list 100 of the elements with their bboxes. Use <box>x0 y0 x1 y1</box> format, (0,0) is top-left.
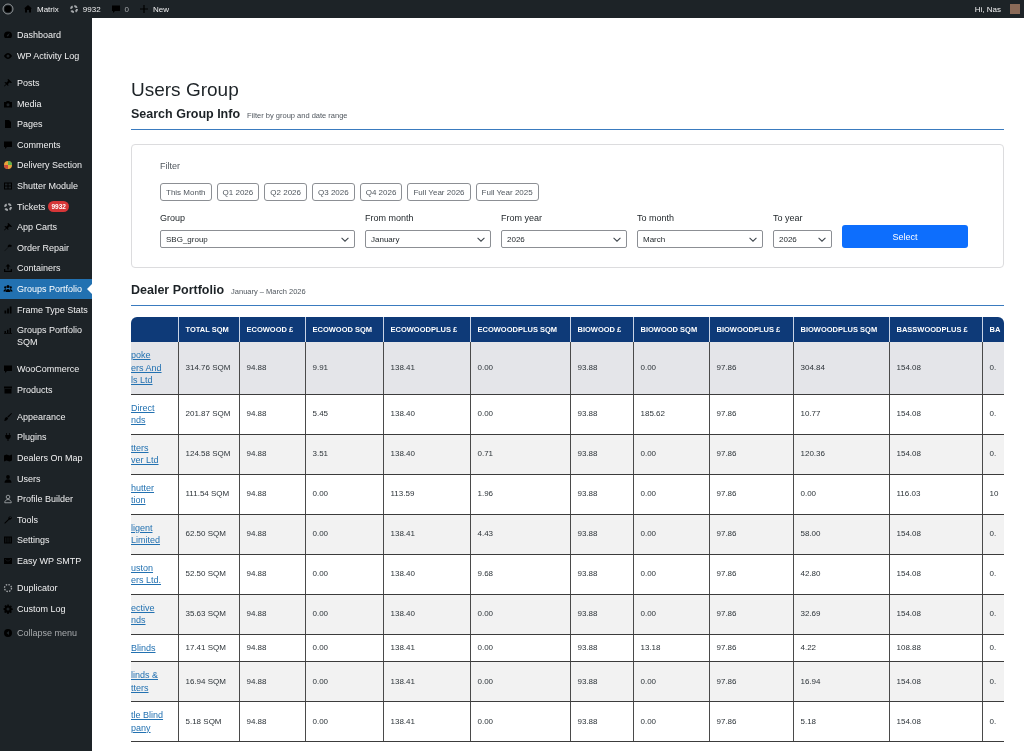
lifebuoy-icon <box>3 201 13 212</box>
home-icon <box>23 4 33 14</box>
comments-link[interactable]: 0 <box>105 0 135 18</box>
table-cell: 154.08 <box>889 594 982 634</box>
pin-icon <box>3 222 13 233</box>
menu-item[interactable]: Comments <box>0 134 92 156</box>
table-cell: 0. <box>982 554 1004 594</box>
preset-button[interactable]: Q4 2026 <box>359 183 403 201</box>
preset-button[interactable]: This Month <box>160 183 212 201</box>
site-link[interactable]: Matrix <box>18 0 64 18</box>
camera-icon <box>3 98 13 109</box>
table-cell: 4.22 <box>793 634 889 662</box>
gear-icon <box>3 603 13 614</box>
table-cell: 94.88 <box>239 342 305 394</box>
menu-item[interactable]: Duplicator <box>0 577 92 599</box>
collapse-icon <box>3 627 13 638</box>
menu-item[interactable]: Plugins <box>0 427 92 448</box>
menu-item[interactable]: Products <box>0 379 92 401</box>
table-cell: 138.41 <box>383 634 470 662</box>
table-cell: 93.88 <box>570 342 633 394</box>
table-cell: 138.40 <box>383 394 470 434</box>
preset-button[interactable]: Q1 2026 <box>216 183 260 201</box>
menu-item[interactable]: Delivery Section <box>0 155 92 176</box>
envelope-icon <box>3 556 13 567</box>
table-cell: 201.87 SQM <box>178 394 239 434</box>
dropdown[interactable]: 2026 <box>773 230 832 248</box>
menu-item[interactable]: Groups Portfolio SQM <box>0 319 92 353</box>
preset-button[interactable]: Q2 2026 <box>264 183 307 201</box>
new-link[interactable]: New <box>134 0 175 18</box>
preset-button[interactable]: Q3 2026 <box>312 183 355 201</box>
dealer-link[interactable]: hutter tion <box>131 481 178 507</box>
logo-icon[interactable] <box>2 3 14 15</box>
table-cell: 0.00 <box>633 434 709 474</box>
dropdown[interactable]: March <box>637 230 763 248</box>
menu-item[interactable]: Dashboard <box>0 25 92 46</box>
upload-icon <box>3 263 13 274</box>
table-cell: 138.41 <box>383 514 470 554</box>
field-label: Group <box>160 212 186 224</box>
menu-item[interactable]: Easy WP SMTP <box>0 550 92 572</box>
page-title: Users Group <box>131 78 240 102</box>
menu-item[interactable]: Settings <box>0 530 92 551</box>
dealer-link[interactable]: Direct nds <box>131 401 178 427</box>
menu-item[interactable]: Profile Builder <box>0 488 92 510</box>
preset-button[interactable]: Full Year 2025 <box>475 183 539 201</box>
menu-item[interactable]: WP Activity Log <box>0 45 92 67</box>
table-cell: 9.91 <box>305 342 383 394</box>
menu-item[interactable]: Pages <box>0 113 92 135</box>
menu-item[interactable]: WooCommerce <box>0 358 92 380</box>
menu-item[interactable]: Posts <box>0 72 92 94</box>
table-cell: 52.50 SQM <box>178 554 239 594</box>
table-cell: 5.18 <box>793 701 889 742</box>
table-cell: 97.86 <box>709 434 793 474</box>
menu-item[interactable]: Tools <box>0 509 92 531</box>
preset-button[interactable]: Full Year 2026 <box>407 183 471 201</box>
table-cell: 16.94 <box>793 661 889 702</box>
menu-item[interactable]: Custom Log <box>0 598 92 620</box>
table-cell: 154.08 <box>889 701 982 742</box>
menu-item[interactable]: Groups Portfolio <box>0 278 92 300</box>
caret-icon <box>613 236 621 242</box>
table-cell: 0.00 <box>470 661 570 702</box>
dropdown[interactable]: SBG_group <box>160 230 355 248</box>
menu-item[interactable]: App Carts <box>0 216 92 238</box>
bar-chart-icon <box>3 325 13 336</box>
table-cell: 97.86 <box>709 661 793 702</box>
dealer-link[interactable]: tle Blind pany <box>131 709 178 734</box>
ball-icon <box>3 160 13 171</box>
dropdown[interactable]: January <box>365 230 491 248</box>
table-cell: 0.00 <box>470 342 570 394</box>
table-cell: 1.96 <box>470 474 570 514</box>
menu-item[interactable]: Order Repair <box>0 237 92 259</box>
table-cell: 93.88 <box>570 634 633 662</box>
table-cell: 138.41 <box>383 342 470 394</box>
menu-item[interactable]: Appearance <box>0 406 92 428</box>
table-cell: 16.94 SQM <box>178 661 239 702</box>
dropdown[interactable]: 2026 <box>501 230 627 248</box>
table-cell: 97.86 <box>709 701 793 742</box>
menu-item[interactable]: Media <box>0 93 92 114</box>
table-cell: 0.00 <box>470 634 570 662</box>
account-link[interactable]: Hi, Nas <box>969 0 1006 18</box>
plus-icon <box>139 4 150 14</box>
caret-icon <box>477 236 485 242</box>
table-cell: 35.63 SQM <box>178 594 239 634</box>
menu-item[interactable]: Dealers On Map <box>0 447 92 469</box>
menu-item[interactable]: Frame Type Stats <box>0 299 92 320</box>
bar-chart-icon <box>3 304 13 315</box>
select-button[interactable]: Select <box>842 225 968 248</box>
table-cell: 94.88 <box>239 394 305 434</box>
table-cell: 0.00 <box>633 514 709 554</box>
dealer-link[interactable]: uston ers Ltd. <box>131 561 178 587</box>
menu-item[interactable]: Users <box>0 468 92 489</box>
dealer-link[interactable]: Blinds <box>131 641 178 654</box>
section-title: Dealer Portfolio <box>131 282 225 299</box>
menu-item[interactable]: Containers <box>0 258 92 279</box>
table-cell: 93.88 <box>570 554 633 594</box>
menu-item[interactable]: Shutter Module <box>0 175 92 197</box>
collapse-menu-button[interactable]: Collapse menu <box>0 622 92 644</box>
people-icon <box>3 283 13 294</box>
tickets-link[interactable]: 9932 <box>63 0 106 18</box>
table-cell: 94.88 <box>239 634 305 662</box>
field-label: To month <box>637 212 676 224</box>
